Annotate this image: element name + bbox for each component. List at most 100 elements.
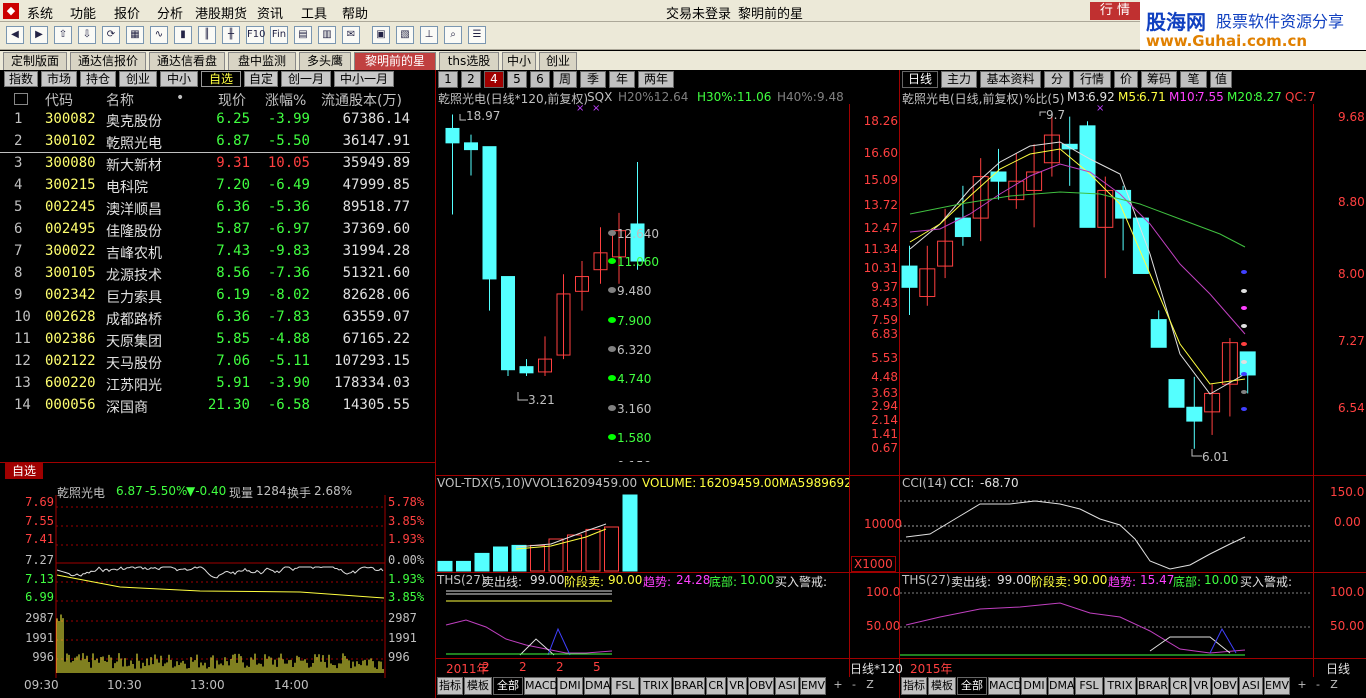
indicator-tab[interactable]: FSL	[1075, 677, 1103, 695]
col-price[interactable]: 现价	[218, 90, 246, 110]
forward-icon[interactable]: ▶	[30, 26, 48, 44]
watchlist-label[interactable]: 自选	[5, 463, 43, 479]
info-tab[interactable]: 价	[1114, 71, 1138, 88]
zoom-nav-button[interactable]: Z	[863, 677, 877, 695]
table-row[interactable]: 14 000056 深国商 21.30 -6.58 14305.55	[0, 395, 435, 417]
tab-chuangye[interactable]: 创业	[119, 71, 157, 87]
indicator-tab[interactable]: VR	[727, 677, 747, 695]
alert-icon[interactable]: ✉	[342, 26, 360, 44]
indicator-tab[interactable]: 模板	[464, 677, 492, 695]
doc-icon[interactable]: ▤	[294, 26, 312, 44]
col-name[interactable]: 名称	[106, 90, 134, 110]
period-tab[interactable]: 6	[530, 71, 550, 88]
tab-custom-layout[interactable]: 定制版面	[3, 52, 67, 70]
tab-zhongxiao[interactable]: 中小	[160, 71, 198, 87]
tab-market[interactable]: 市场	[41, 71, 77, 87]
zoom-nav-button[interactable]: -	[847, 677, 861, 695]
table-row[interactable]: 8 300105 龙源技术 8.56 -7.36 51321.60	[0, 263, 435, 285]
table-row[interactable]: 5 002245 澳洋顺昌 6.36 -5.36 89518.77	[0, 197, 435, 219]
tab-sme[interactable]: 中小	[502, 52, 536, 70]
indicator-tab[interactable]: DMI	[557, 677, 583, 695]
ruler-icon[interactable]: ⊥	[420, 26, 438, 44]
indicator-tab[interactable]: 模板	[928, 677, 956, 695]
indicator-tab[interactable]: MACD	[988, 677, 1022, 695]
period-tab[interactable]: 1	[438, 71, 458, 88]
period-tab[interactable]: 4	[484, 71, 504, 88]
table-row[interactable]: 10 002628 成都路桥 6.36 -7.83 63559.07	[0, 307, 435, 329]
tab-ths-select[interactable]: ths选股	[439, 52, 499, 70]
table-row[interactable]: 12 002122 天马股份 7.06 -5.11 107293.15	[0, 351, 435, 373]
period-tab[interactable]: 5	[507, 71, 527, 88]
indicator-tab[interactable]: MACD	[524, 677, 558, 695]
menu-help[interactable]: 帮助	[342, 3, 368, 22]
table-row[interactable]: 7 300022 吉峰农机 7.43 -9.83 31994.28	[0, 241, 435, 263]
table-row[interactable]: 13 600220 江苏阳光 5.91 -3.90 178334.03	[0, 373, 435, 395]
indicator-tab[interactable]: ASI	[1239, 677, 1263, 695]
tab-zx-month[interactable]: 中小一月	[334, 71, 394, 87]
period-tab[interactable]: 2	[461, 71, 481, 88]
info-tab[interactable]: 基本资料	[980, 71, 1041, 88]
page-icon[interactable]: ▥	[318, 26, 336, 44]
col-capital[interactable]: 流通股本(万)	[321, 90, 402, 110]
table-row[interactable]: 2 300102 乾照光电 6.87 -5.50 36147.91	[0, 131, 435, 153]
indicator-tab[interactable]: DMI	[1021, 677, 1047, 695]
bar-icon[interactable]: ▮	[174, 26, 192, 44]
table-row[interactable]: 1 300082 奥克股份 6.25 -3.99 67386.14	[0, 109, 435, 131]
indicator-tab[interactable]: OBV	[1212, 677, 1238, 695]
zoom-nav-button[interactable]: +	[831, 677, 845, 695]
tab-dawn-star[interactable]: 黎明前的星	[354, 52, 436, 70]
indicator-tab[interactable]: TRIX	[1104, 677, 1136, 695]
fin-icon[interactable]: Fin	[270, 26, 288, 44]
tab-custom[interactable]: 自定	[244, 71, 278, 87]
tab-holdings[interactable]: 持仓	[80, 71, 116, 87]
zoom-nav-button[interactable]: +	[1295, 677, 1309, 695]
indicator-tab[interactable]: DMA	[584, 677, 611, 695]
period-tab[interactable]: 年	[609, 71, 635, 88]
menu-function[interactable]: 功能	[70, 3, 96, 22]
indicator-tab[interactable]: CR	[1170, 677, 1190, 695]
menu-tools[interactable]: 工具	[301, 3, 327, 22]
quote-button[interactable]: 行 情	[1090, 2, 1140, 20]
period-tab[interactable]: 周	[553, 71, 577, 88]
window-icon[interactable]: ▣	[372, 26, 390, 44]
tab-cy-month[interactable]: 创一月	[281, 71, 331, 87]
indicator-tab[interactable]: ASI	[775, 677, 799, 695]
tab-gem[interactable]: 创业	[539, 52, 577, 70]
info-tab[interactable]: 笔	[1180, 71, 1207, 88]
indicator-tab[interactable]: EMV	[1264, 677, 1290, 695]
menu-system[interactable]: 系统	[27, 3, 53, 22]
indicator-tab[interactable]: FSL	[611, 677, 639, 695]
period-tab[interactable]: 两年	[638, 71, 674, 88]
table-row[interactable]: 3 300080 新大新材 9.31 10.05 35949.89	[0, 153, 435, 175]
tab-intraday-monitor[interactable]: 盘中监测	[228, 52, 296, 70]
f10-icon[interactable]: F10	[246, 26, 265, 44]
table-row[interactable]: 6 002495 佳隆股份 5.87 -6.97 37369.60	[0, 219, 435, 241]
zoom-nav-button[interactable]: -	[1311, 677, 1325, 695]
indicator-tab[interactable]: 指标	[437, 677, 463, 695]
menu-info[interactable]: 资讯	[257, 3, 283, 22]
menu-quote[interactable]: 报价	[114, 3, 140, 22]
col-change[interactable]: 涨幅%	[265, 90, 306, 110]
search-icon[interactable]: ⌕	[444, 26, 462, 44]
list-icon[interactable]: ☰	[468, 26, 486, 44]
info-tab[interactable]: 日线	[902, 71, 938, 88]
menu-hk-futures[interactable]: 港股期货	[195, 3, 247, 22]
info-tab[interactable]: 筹码	[1141, 71, 1177, 88]
info-tab[interactable]: 值	[1210, 71, 1232, 88]
indicator-tab[interactable]: CR	[706, 677, 726, 695]
indicator-tab[interactable]: DMA	[1048, 677, 1075, 695]
table-row[interactable]: 9 002342 巨力索具 6.19 -8.02 82628.06	[0, 285, 435, 307]
indicator-tab[interactable]: EMV	[800, 677, 826, 695]
candle-icon[interactable]: ║	[198, 26, 216, 44]
indicator-tab[interactable]: 指标	[901, 677, 927, 695]
tab-index[interactable]: 指数	[4, 71, 38, 87]
stats-icon[interactable]: ▧	[396, 26, 414, 44]
menu-analysis[interactable]: 分析	[157, 3, 183, 22]
info-tab[interactable]: 主力	[941, 71, 977, 88]
indicator-tab[interactable]: OBV	[748, 677, 774, 695]
info-tab[interactable]: 行情	[1073, 71, 1111, 88]
indicator-tab[interactable]: VR	[1191, 677, 1211, 695]
indicator-tab[interactable]: 全部	[957, 677, 987, 695]
refresh-icon[interactable]: ⟳	[102, 26, 120, 44]
indicator-tab[interactable]: 全部	[493, 677, 523, 695]
